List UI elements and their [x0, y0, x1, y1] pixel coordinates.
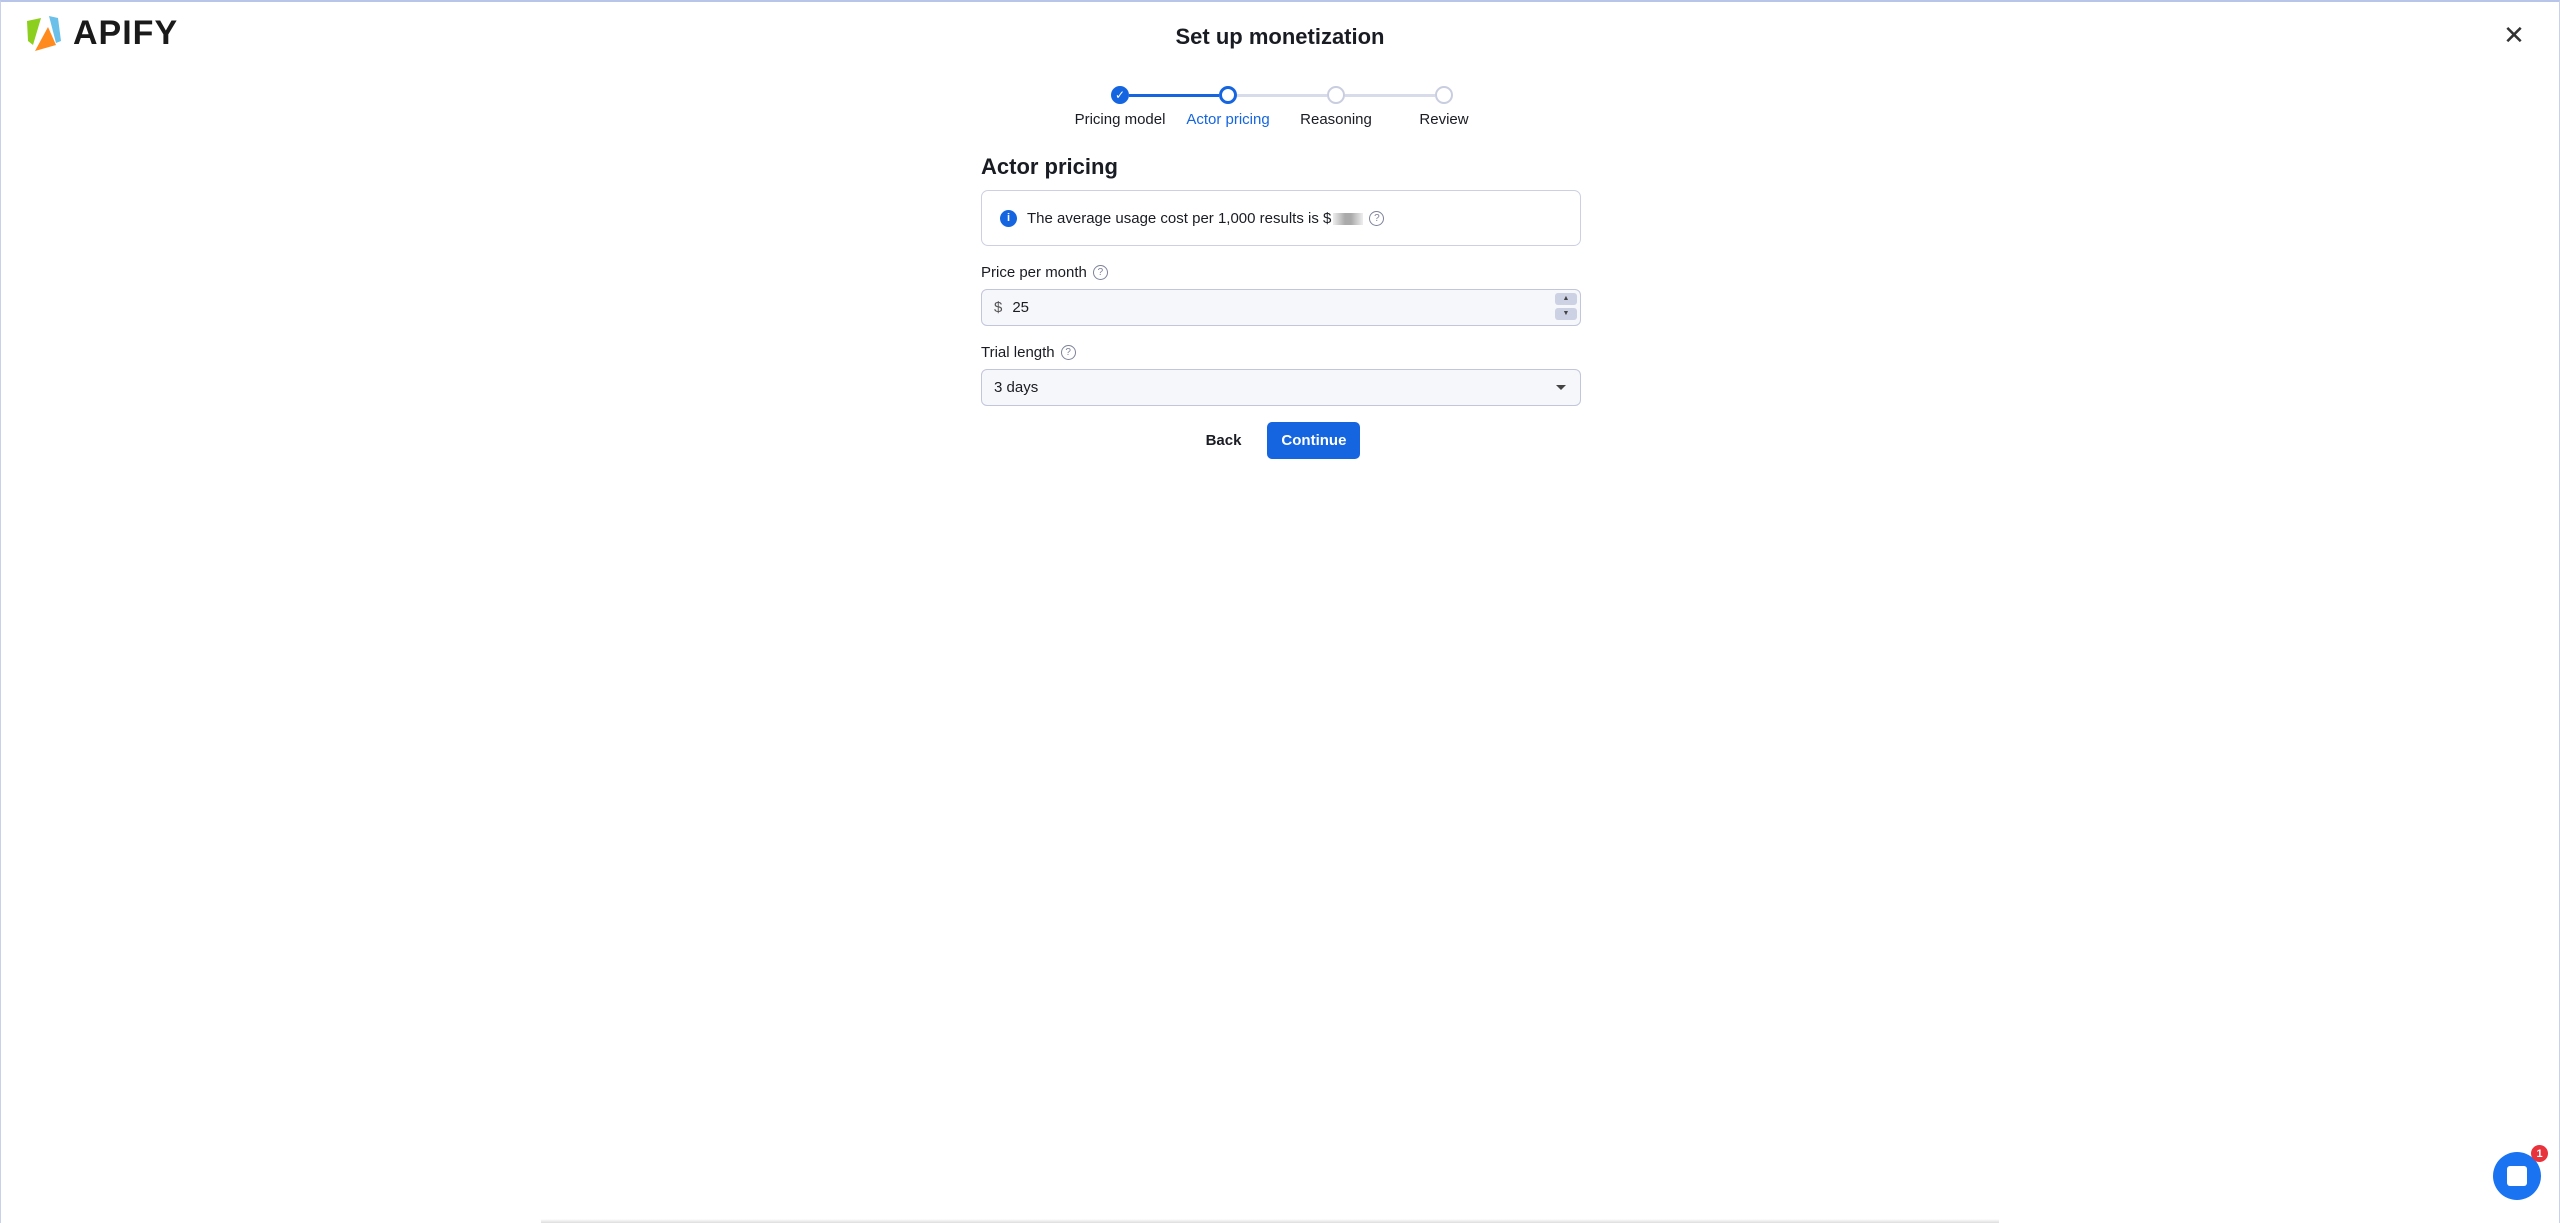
- continue-button[interactable]: Continue: [1267, 422, 1361, 459]
- step-label: Pricing model: [1074, 111, 1166, 128]
- chat-icon: [2507, 1166, 2527, 1186]
- chevron-down-icon: [1556, 385, 1566, 390]
- info-icon: i: [1000, 209, 1017, 227]
- price-input[interactable]: $ 25 ▲ ▼: [981, 289, 1581, 326]
- step-label: Review: [1419, 111, 1469, 128]
- help-icon[interactable]: ?: [1092, 265, 1108, 280]
- back-button[interactable]: Back: [1202, 424, 1246, 457]
- decrement-icon[interactable]: ▼: [1555, 308, 1577, 320]
- price-stepper[interactable]: ▲ ▼: [1555, 293, 1577, 320]
- pending-step-icon: [1435, 86, 1453, 104]
- step-actor-pricing: Actor pricing: [1168, 86, 1288, 128]
- step-label: Reasoning: [1300, 111, 1372, 128]
- trial-length-select[interactable]: 3 days: [981, 369, 1581, 406]
- bottom-shadow: [541, 1219, 1999, 1223]
- trial-value: 3 days: [994, 379, 1039, 396]
- step-review: Review: [1384, 86, 1504, 128]
- redacted-value: [1333, 212, 1364, 225]
- page-title: Set up monetization: [1175, 24, 1385, 49]
- notification-badge: 1: [2531, 1145, 2548, 1162]
- currency-prefix: $: [994, 299, 1003, 316]
- active-step-icon: [1219, 86, 1237, 104]
- price-value[interactable]: 25: [1012, 299, 1029, 316]
- stepper: ✓ Pricing model Actor pricing Reasoning …: [1061, 86, 1501, 136]
- info-box: i The average usage cost per 1,000 resul…: [981, 190, 1581, 246]
- info-text: The average usage cost per 1,000 results…: [1027, 209, 1332, 227]
- help-icon[interactable]: ?: [1060, 345, 1076, 360]
- increment-icon[interactable]: ▲: [1555, 293, 1577, 305]
- trial-label: Trial length: [981, 344, 1055, 361]
- close-icon[interactable]: ✕: [2501, 22, 2527, 48]
- step-label: Actor pricing: [1186, 111, 1270, 128]
- help-icon[interactable]: ?: [1369, 211, 1385, 227]
- price-label: Price per month: [981, 264, 1087, 281]
- actor-pricing-form: Actor pricing i The average usage cost p…: [981, 154, 1581, 459]
- section-heading: Actor pricing: [981, 154, 1118, 179]
- step-pricing-model: ✓ Pricing model: [1060, 86, 1180, 128]
- pending-step-icon: [1327, 86, 1345, 104]
- check-icon: ✓: [1111, 86, 1129, 104]
- step-reasoning: Reasoning: [1276, 86, 1396, 128]
